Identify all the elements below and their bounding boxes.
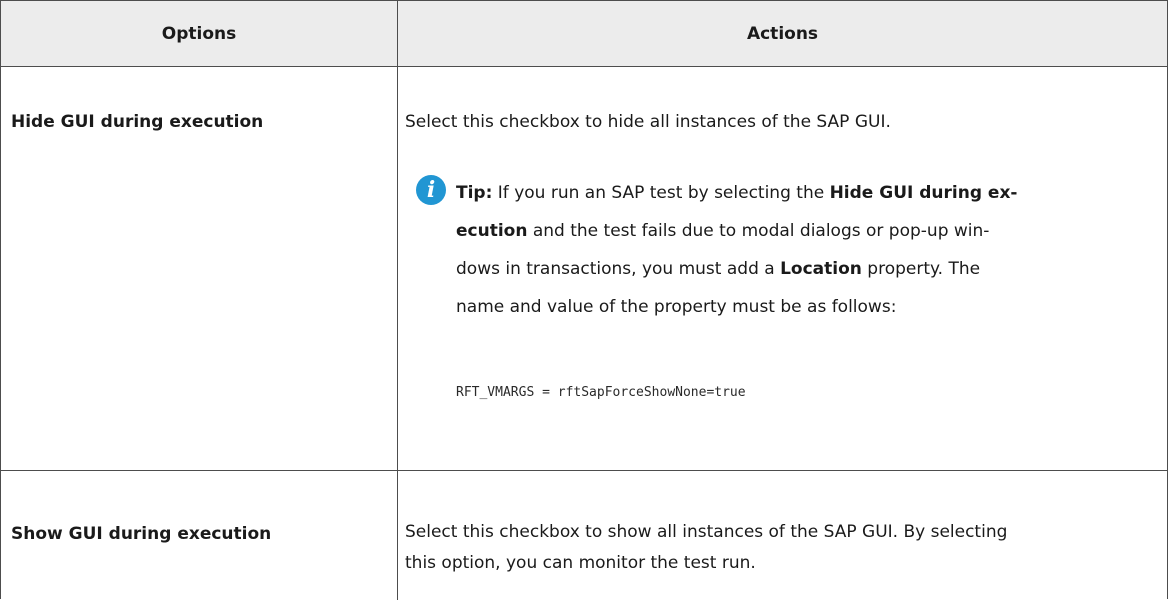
tip-line-4: name and value of the property must be a… <box>456 297 897 317</box>
options-actions-table: Options Actions Hide GUI during executio… <box>0 0 1168 600</box>
action-show-gui: Select this checkbox to show all instanc… <box>405 522 1008 573</box>
column-divider <box>397 1 398 600</box>
option-hide-gui: Hide GUI during execution <box>11 112 264 132</box>
tip-line-2: ecution and the test fails due to modal … <box>456 221 990 241</box>
header-options: Options <box>161 23 237 44</box>
header-actions: Actions <box>746 23 819 44</box>
info-icon: i <box>416 175 446 205</box>
code-snippet: RFT_VMARGS = rftSapForceShowNone=true <box>456 385 746 400</box>
row-divider <box>1 470 1167 471</box>
tip-note: Tip: If you run an SAP test by selecting… <box>456 174 1076 326</box>
action-hide-gui: Select this checkbox to hide all instanc… <box>405 112 891 132</box>
tip-line-1: Tip: If you run an SAP test by selecting… <box>456 183 1018 203</box>
tip-line-3: dows in transactions, you must add a Loc… <box>456 259 981 279</box>
option-show-gui: Show GUI during execution <box>11 524 272 544</box>
tip-label: Tip: <box>456 183 493 203</box>
table-header-row: Options Actions <box>1 1 1167 67</box>
